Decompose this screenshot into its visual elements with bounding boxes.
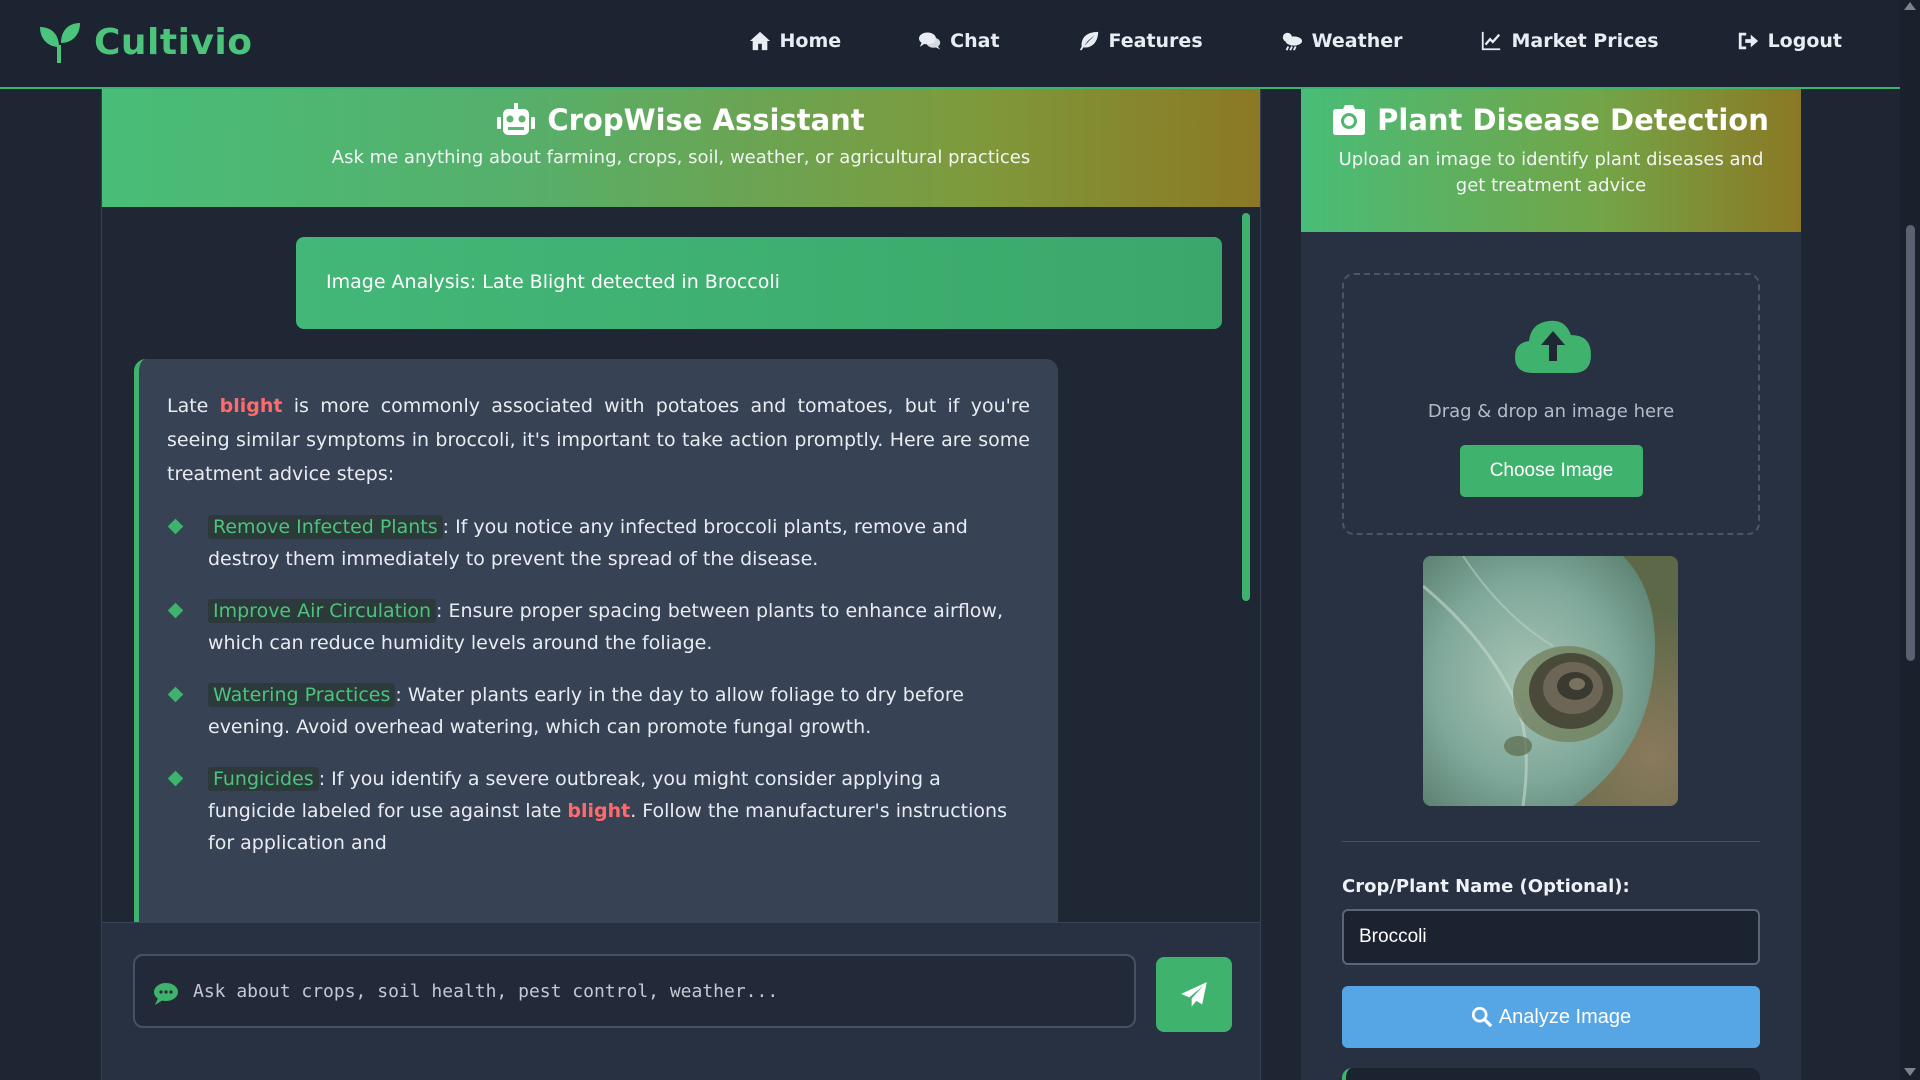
- leaf-photo: [1423, 556, 1678, 806]
- diamond-bullet-icon: [167, 770, 184, 787]
- messages-scrollbar[interactable]: [1242, 213, 1250, 601]
- highlight-term: blight: [219, 395, 283, 417]
- navbar: Cultivio Home Chat Features Weather Mark…: [0, 0, 1900, 89]
- scroll-up-arrow-icon[interactable]: [1904, 2, 1916, 10]
- brand-name: Cultivio: [94, 22, 253, 63]
- uploaded-image-preview: [1423, 556, 1678, 806]
- nav-logout[interactable]: Logout: [1737, 30, 1842, 52]
- detection-title-text: Plant Disease Detection: [1377, 103, 1769, 137]
- disease-detection-panel: Plant Disease Detection Upload an image …: [1301, 89, 1801, 1080]
- list-item: Remove Infected Plants: If you notice an…: [167, 511, 1030, 575]
- chat-header: CropWise Assistant Ask me anything about…: [102, 89, 1260, 207]
- nav-home-label: Home: [779, 30, 842, 52]
- nav-market-prices-label: Market Prices: [1511, 30, 1659, 52]
- drop-text: Drag & drop an image here: [1427, 401, 1675, 422]
- chat-icon: [919, 32, 941, 50]
- choose-image-button[interactable]: Choose Image: [1460, 445, 1643, 497]
- analyze-label: Analyze Image: [1498, 1005, 1632, 1028]
- detection-header: Plant Disease Detection Upload an image …: [1301, 89, 1801, 232]
- chart-line-icon: [1482, 31, 1501, 51]
- brand-logo[interactable]: Cultivio: [38, 22, 252, 63]
- bot-intro-start: Late: [167, 395, 220, 417]
- list-item: Improve Air Circulation: Ensure proper s…: [167, 595, 1030, 659]
- detection-subtitle: Upload an image to identify plant diseas…: [1338, 149, 1764, 196]
- detection-title: Plant Disease Detection: [1301, 103, 1801, 137]
- camera-icon: [1333, 105, 1366, 135]
- tip-key: Watering Practices: [208, 683, 396, 707]
- nav-chat-label: Chat: [950, 30, 1000, 52]
- nav-weather[interactable]: Weather: [1281, 30, 1403, 52]
- nav-features[interactable]: Features: [1078, 30, 1203, 52]
- nav-chat[interactable]: Chat: [919, 30, 1000, 52]
- paper-plane-icon: [1181, 981, 1207, 1007]
- chat-input[interactable]: [193, 980, 1093, 1002]
- page-scrollbar[interactable]: [1900, 0, 1920, 1080]
- nav-logout-label: Logout: [1767, 30, 1842, 52]
- home-icon: [749, 31, 770, 51]
- weather-icon: [1282, 32, 1302, 51]
- bot-intro: Late blight is more commonly associated …: [167, 389, 1030, 491]
- chat-input-box[interactable]: [133, 954, 1136, 1028]
- highlight-term: blight: [567, 800, 631, 822]
- chat-title: CropWise Assistant: [102, 103, 1260, 137]
- message-list[interactable]: Image Analysis: Late Blight detected in …: [102, 207, 1260, 922]
- send-button[interactable]: [1156, 957, 1232, 1032]
- leaf-icon: [1079, 31, 1098, 51]
- nav-home[interactable]: Home: [749, 30, 842, 52]
- analyze-image-button[interactable]: Analyze Image: [1342, 986, 1760, 1048]
- cloud-upload-icon: [1515, 320, 1591, 373]
- bot-intro-rest: is more commonly associated with potatoe…: [167, 395, 1030, 485]
- robot-icon: [497, 103, 536, 135]
- tip-key: Remove Infected Plants: [208, 515, 443, 539]
- nav-market-prices[interactable]: Market Prices: [1480, 30, 1659, 52]
- nav-links: Home Chat Features Weather Market Prices…: [749, 30, 1842, 52]
- user-message: Image Analysis: Late Blight detected in …: [296, 237, 1222, 329]
- search-icon: [1471, 1006, 1493, 1028]
- nav-weather-label: Weather: [1311, 30, 1403, 52]
- chat-panel: CropWise Assistant Ask me anything about…: [101, 89, 1261, 1080]
- divider: [1342, 841, 1760, 842]
- chat-input-area: [102, 922, 1260, 1080]
- bot-message: Late blight is more commonly associated …: [134, 359, 1058, 922]
- list-item: Fungicides: If you identify a severe out…: [167, 763, 1030, 859]
- tip-key: Improve Air Circulation: [208, 599, 437, 623]
- scroll-thumb[interactable]: [1906, 225, 1915, 661]
- logout-icon: [1738, 32, 1758, 50]
- diamond-bullet-icon: [167, 518, 184, 535]
- scroll-down-arrow-icon[interactable]: [1904, 1068, 1916, 1076]
- list-item: Watering Practices: Water plants early i…: [167, 679, 1030, 743]
- result-card: [1342, 1068, 1760, 1080]
- tip-list: Remove Infected Plants: If you notice an…: [167, 511, 1030, 859]
- crop-name-input[interactable]: [1342, 909, 1760, 965]
- nav-features-label: Features: [1108, 30, 1203, 52]
- tip-key: Fungicides: [208, 767, 319, 791]
- diamond-bullet-icon: [167, 602, 184, 619]
- image-dropzone[interactable]: Drag & drop an image here Choose Image: [1342, 273, 1760, 535]
- crop-name-label: Crop/Plant Name (Optional):: [1342, 876, 1630, 897]
- comment-icon: [154, 983, 178, 1005]
- chat-title-text: CropWise Assistant: [547, 103, 865, 137]
- sprout-icon: [40, 22, 80, 63]
- chat-subtitle: Ask me anything about farming, crops, so…: [331, 147, 1031, 168]
- diamond-bullet-icon: [167, 686, 184, 703]
